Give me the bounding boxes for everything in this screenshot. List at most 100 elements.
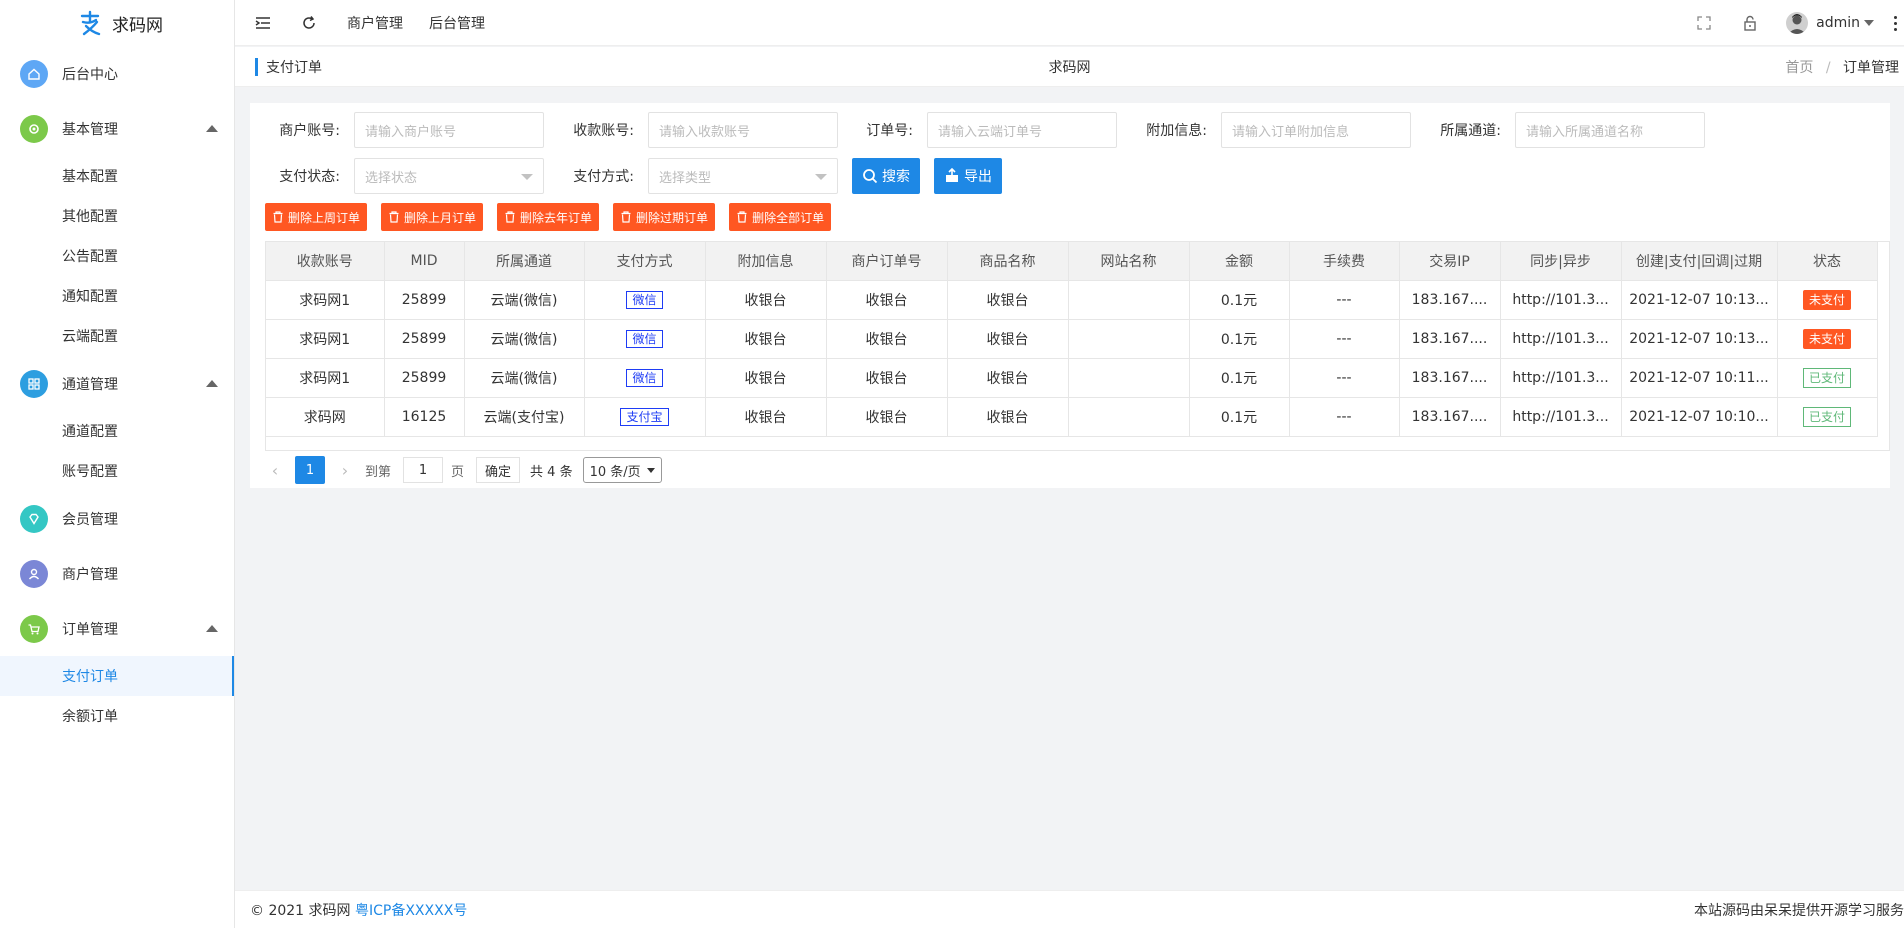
cell-channel: 云端(微信) bbox=[464, 358, 585, 398]
cell-ip: 183.167.... bbox=[1399, 358, 1501, 398]
cell-mid: 25899 bbox=[384, 319, 465, 359]
lock-icon[interactable] bbox=[1740, 13, 1760, 33]
refresh-icon[interactable] bbox=[297, 11, 321, 35]
table-row[interactable]: 求码网1 25899 云端(微信) 微信 收银台 收银台 收银台 0.1元 --… bbox=[266, 280, 1878, 320]
cell-mid: 25899 bbox=[384, 280, 465, 320]
cell-time: 2021-12-07 10:11... bbox=[1621, 358, 1778, 398]
sidebar-subitem-pay-orders[interactable]: 支付订单 bbox=[0, 656, 234, 696]
pagination: ‹ 1 › 到第 1 页 确定 共 4 条 10 条/页 bbox=[265, 455, 662, 485]
sidebar-item-merchants[interactable]: 商户管理 bbox=[0, 546, 234, 601]
chevron-down-icon[interactable] bbox=[1864, 20, 1874, 26]
sidebar-subitem-channel-config[interactable]: 通道配置 bbox=[0, 411, 234, 451]
breadcrumb: 首页 / 订单管理 bbox=[1785, 57, 1899, 77]
sidebar-item-channel[interactable]: 通道管理 bbox=[0, 356, 234, 411]
channel-icon bbox=[20, 369, 48, 398]
status-badge: 已支付 bbox=[1802, 367, 1851, 388]
footer: © 2021 求码网 粤ICP备XXXXX号 本站源码由呆呆提供开源学习服务 bbox=[235, 890, 1904, 928]
delete-label: 删除去年订单 bbox=[520, 210, 593, 225]
app-name: 求码网 bbox=[112, 15, 163, 36]
title-accent-bar bbox=[255, 57, 258, 76]
nav-merchant[interactable]: 商户管理 bbox=[347, 13, 403, 33]
sidebar-item-members[interactable]: 会员管理 bbox=[0, 491, 234, 546]
table-row[interactable]: 求码网1 25899 云端(微信) 微信 收银台 收银台 收银台 0.1元 --… bbox=[266, 358, 1878, 398]
sidebar-item-label: 会员管理 bbox=[62, 511, 118, 528]
cell-time: 2021-12-07 10:10... bbox=[1621, 397, 1778, 437]
cell-method: 微信 bbox=[584, 280, 706, 320]
status-select[interactable]: 选择状态 bbox=[354, 158, 544, 194]
col-header: 状态 bbox=[1777, 242, 1878, 281]
receive-account-input[interactable]: 请输入收款账号 bbox=[648, 112, 838, 148]
trash-icon bbox=[621, 211, 631, 223]
table-row[interactable]: 求码网 16125 云端(支付宝) 支付宝 收银台 收银台 收银台 0.1元 -… bbox=[266, 397, 1878, 437]
channel-input[interactable]: 请输入所属通道名称 bbox=[1515, 112, 1705, 148]
fullscreen-icon[interactable] bbox=[1694, 13, 1714, 33]
cell-amount: 0.1元 bbox=[1189, 358, 1290, 398]
avatar[interactable] bbox=[1786, 12, 1809, 34]
col-header: MID bbox=[384, 242, 465, 281]
col-header: 商品名称 bbox=[947, 242, 1069, 281]
merchant-input[interactable]: 请输入商户账号 bbox=[354, 112, 544, 148]
cell-channel: 云端(支付宝) bbox=[464, 397, 585, 437]
filter-row-1: 商户账号: 请输入商户账号 收款账号: 请输入收款账号 订单号: 请输入云端订单… bbox=[250, 112, 1705, 148]
search-button[interactable]: 搜索 bbox=[852, 158, 920, 194]
method-select[interactable]: 选择类型 bbox=[648, 158, 838, 194]
logo[interactable]: 求码网 bbox=[0, 0, 234, 46]
prev-page-icon[interactable]: ‹ bbox=[265, 461, 285, 480]
col-header: 手续费 bbox=[1289, 242, 1400, 281]
menu-toggle-icon[interactable] bbox=[251, 11, 275, 35]
search-button-label: 搜索 bbox=[882, 169, 910, 185]
sidebar-subitem-account-config[interactable]: 账号配置 bbox=[0, 451, 234, 491]
delete-last-week-button[interactable]: 删除上周订单 bbox=[265, 203, 368, 231]
page-size-select[interactable]: 10 条/页 bbox=[582, 457, 662, 483]
cell-method: 微信 bbox=[584, 319, 706, 359]
cell-account: 求码网1 bbox=[266, 358, 385, 398]
sidebar-subitem-notice-config[interactable]: 公告配置 bbox=[0, 236, 234, 276]
delete-last-month-button[interactable]: 删除上月订单 bbox=[381, 203, 484, 231]
delete-all-button[interactable]: 删除全部订单 bbox=[729, 203, 832, 231]
sidebar-subitem-cloud-config[interactable]: 云端配置 bbox=[0, 316, 234, 356]
method-tag: 微信 bbox=[626, 329, 663, 348]
icp-link[interactable]: 粤ICP备XXXXX号 bbox=[355, 903, 467, 919]
sidebar-item-dashboard[interactable]: 后台中心 bbox=[0, 46, 234, 101]
cell-goods: 收银台 bbox=[947, 280, 1069, 320]
delete-label: 删除上周订单 bbox=[288, 210, 361, 225]
next-page-icon[interactable]: › bbox=[335, 461, 355, 480]
more-vertical-icon[interactable] bbox=[1892, 15, 1898, 31]
sidebar-item-orders[interactable]: 订单管理 bbox=[0, 601, 234, 656]
status-badge: 已支付 bbox=[1802, 406, 1851, 427]
sidebar-item-basic[interactable]: 基本管理 bbox=[0, 101, 234, 156]
cell-goods: 收银台 bbox=[947, 397, 1069, 437]
cell-extra: 收银台 bbox=[705, 397, 827, 437]
page-current[interactable]: 1 bbox=[295, 456, 325, 484]
nav-admin[interactable]: 后台管理 bbox=[429, 13, 485, 33]
goto-confirm-button[interactable]: 确定 bbox=[476, 457, 521, 483]
sidebar-subitem-other-config[interactable]: 其他配置 bbox=[0, 196, 234, 236]
sidebar-subitem-basic-config[interactable]: 基本配置 bbox=[0, 156, 234, 196]
export-button[interactable]: 导出 bbox=[934, 158, 1002, 194]
user-name[interactable]: admin bbox=[1816, 15, 1860, 31]
cell-method: 支付宝 bbox=[584, 397, 706, 437]
home-icon bbox=[20, 59, 48, 88]
trash-icon bbox=[273, 211, 283, 223]
order-label: 订单号: bbox=[866, 123, 913, 139]
extra-info-input[interactable]: 请输入订单附加信息 bbox=[1221, 112, 1411, 148]
sidebar-subitem-notify-config[interactable]: 通知配置 bbox=[0, 276, 234, 316]
cell-amount: 0.1元 bbox=[1189, 397, 1290, 437]
delete-expired-button[interactable]: 删除过期订单 bbox=[613, 203, 716, 231]
orders-table: 收款账号 MID 所属通道 支付方式 附加信息 商户订单号 商品名称 网站名称 … bbox=[265, 241, 1890, 451]
sidebar-item-label: 通道管理 bbox=[62, 376, 118, 393]
cell-time: 2021-12-07 10:13... bbox=[1621, 280, 1778, 320]
receive-field: 收款账号: 请输入收款账号 bbox=[544, 112, 838, 148]
col-header: 所属通道 bbox=[464, 242, 585, 281]
breadcrumb-home[interactable]: 首页 bbox=[1785, 60, 1813, 76]
delete-last-year-button[interactable]: 删除去年订单 bbox=[497, 203, 600, 231]
chevron-up-icon bbox=[206, 625, 218, 632]
table-row[interactable]: 求码网1 25899 云端(微信) 微信 收银台 收银台 收银台 0.1元 --… bbox=[266, 319, 1878, 359]
method-tag: 支付宝 bbox=[620, 407, 669, 426]
cell-extra: 收银台 bbox=[705, 358, 827, 398]
filter-row-2: 支付状态: 选择状态 支付方式: 选择类型 搜索 导出 bbox=[250, 158, 1002, 194]
sidebar-subitem-balance-orders[interactable]: 余额订单 bbox=[0, 696, 234, 736]
order-number-input[interactable]: 请输入云端订单号 bbox=[927, 112, 1117, 148]
goto-page-input[interactable]: 1 bbox=[403, 457, 444, 483]
merchant-label: 商户账号: bbox=[279, 123, 340, 139]
